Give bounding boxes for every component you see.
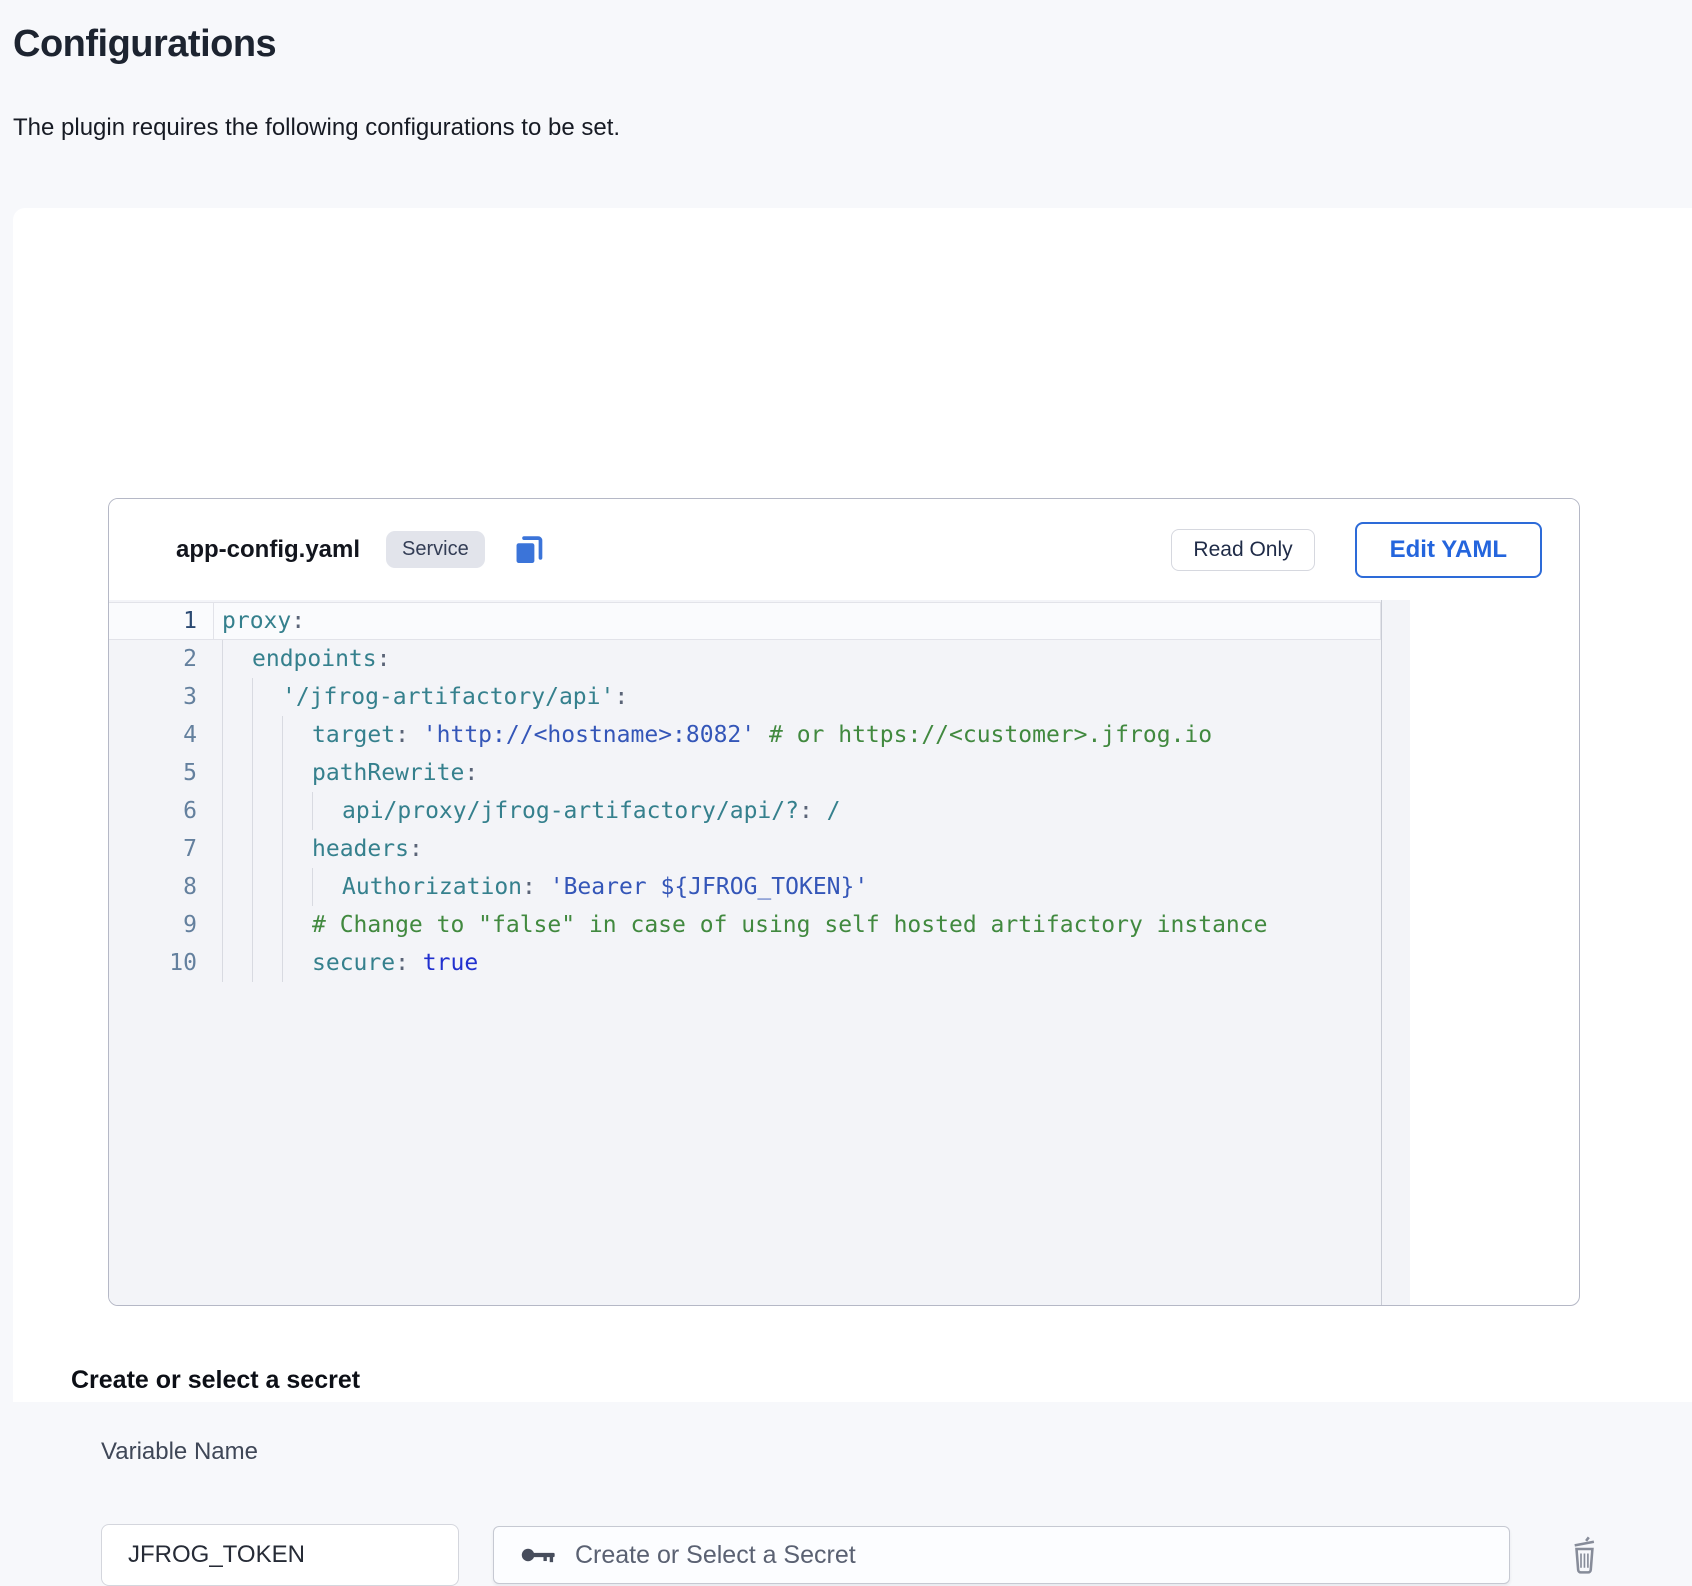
line-number-2: 2 [109, 640, 197, 678]
code-line-1: proxy: [213, 602, 1380, 640]
code-line-8: Authorization: 'Bearer ${JFROG_TOKEN}' [213, 868, 1380, 906]
copy-icon[interactable] [512, 533, 546, 567]
code-line-2: endpoints: [213, 640, 1380, 678]
service-badge: Service [386, 531, 485, 568]
code-line-3: '/jfrog-artifactory/api': [213, 678, 1380, 716]
yaml-code-editor[interactable]: 12345678910 proxy:endpoints:'/jfrog-arti… [109, 600, 1410, 1305]
line-number-8: 8 [109, 868, 197, 906]
delete-secret-button[interactable] [1562, 1530, 1606, 1580]
line-number-5: 5 [109, 754, 197, 792]
secret-section-heading: Create or select a secret [71, 1366, 360, 1395]
secret-select-input[interactable] [493, 1526, 1510, 1584]
page-subtitle: The plugin requires the following config… [13, 114, 620, 142]
line-number-4: 4 [109, 716, 197, 754]
code-line-5: pathRewrite: [213, 754, 1380, 792]
page-title: Configurations [13, 22, 276, 66]
content-panel: app-config.yaml Service Read Only Edit Y… [13, 208, 1692, 1402]
variable-name-input[interactable] [101, 1524, 459, 1586]
code-line-10: secure: true [213, 944, 1380, 982]
editor-card-header: app-config.yaml Service Read Only Edit Y… [109, 499, 1579, 600]
line-number-10: 10 [109, 944, 197, 982]
yaml-editor-card: app-config.yaml Service Read Only Edit Y… [108, 498, 1580, 1306]
read-only-button[interactable]: Read Only [1171, 529, 1314, 571]
editor-scrollbar-track[interactable] [1381, 600, 1410, 1305]
code-gutter: 12345678910 [109, 602, 197, 982]
code-line-7: headers: [213, 830, 1380, 868]
edit-yaml-button[interactable]: Edit YAML [1355, 522, 1542, 578]
line-number-6: 6 [109, 792, 197, 830]
variable-name-label: Variable Name [101, 1438, 258, 1466]
line-number-1: 1 [109, 602, 197, 640]
code-line-4: target: 'http://<hostname>:8082' # or ht… [213, 716, 1380, 754]
line-number-9: 9 [109, 906, 197, 944]
trash-icon [1566, 1534, 1602, 1576]
line-number-3: 3 [109, 678, 197, 716]
code-line-6: api/proxy/jfrog-artifactory/api/?: / [213, 792, 1380, 830]
copy-icon-glyph [512, 533, 546, 567]
code-lines: proxy:endpoints:'/jfrog-artifactory/api'… [213, 602, 1380, 982]
config-filename: app-config.yaml [176, 536, 360, 564]
line-number-7: 7 [109, 830, 197, 868]
code-line-9: # Change to "false" in case of using sel… [213, 906, 1380, 944]
key-icon [520, 1542, 558, 1568]
secret-select-placeholder-field[interactable] [575, 1541, 1491, 1570]
